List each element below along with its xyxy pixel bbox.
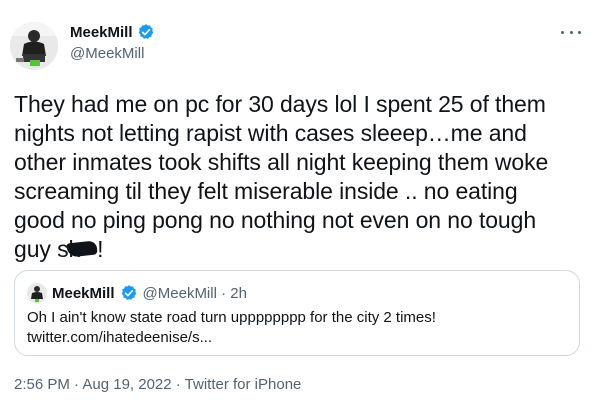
quoted-tweet-card[interactable]: MeekMill @MeekMill · 2h Oh I ain't know …: [14, 270, 580, 356]
author-display-name[interactable]: MeekMill: [70, 24, 133, 41]
quoted-text-line: Oh I ain't know state road turn uppppppp…: [27, 309, 436, 326]
author-name-row: MeekMill: [70, 23, 155, 41]
quoted-link[interactable]: twitter.com/ihatedeenise/s...: [27, 328, 567, 348]
quoted-tweet-header: MeekMill @MeekMill · 2h: [27, 283, 247, 303]
tweet-line: guy sh!: [14, 235, 584, 264]
tweet-timestamp[interactable]: 2:56 PM · Aug 19, 2022 · Twitter for iPh…: [14, 376, 301, 393]
author-handle[interactable]: @MeekMill: [70, 45, 144, 62]
verified-badge-icon: [120, 284, 138, 302]
tweet-line: other inmates took shifts all night keep…: [14, 149, 549, 175]
quoted-author-name: MeekMill: [52, 284, 115, 302]
tweet-line: good no ping pong no nothing not even on…: [14, 207, 537, 233]
author-avatar[interactable]: [10, 22, 58, 70]
quoted-tweet-text: Oh I ain't know state road turn uppppppp…: [27, 308, 567, 348]
quoted-handle-time: @MeekMill · 2h: [142, 284, 247, 302]
redaction-scribble: [66, 240, 98, 258]
quoted-author-avatar: [27, 283, 47, 303]
tweet-line-fragment: !: [97, 236, 104, 262]
tweet-line: screaming til they felt miserable inside…: [14, 178, 518, 204]
tweet-line: nights not letting rapist with cases sle…: [14, 120, 527, 146]
more-options-icon[interactable]: [561, 26, 581, 38]
tweet-text: They had me on pc for 30 days lol I spen…: [14, 90, 584, 264]
verified-badge-icon: [137, 23, 155, 41]
tweet-line: They had me on pc for 30 days lol I spen…: [14, 91, 546, 117]
